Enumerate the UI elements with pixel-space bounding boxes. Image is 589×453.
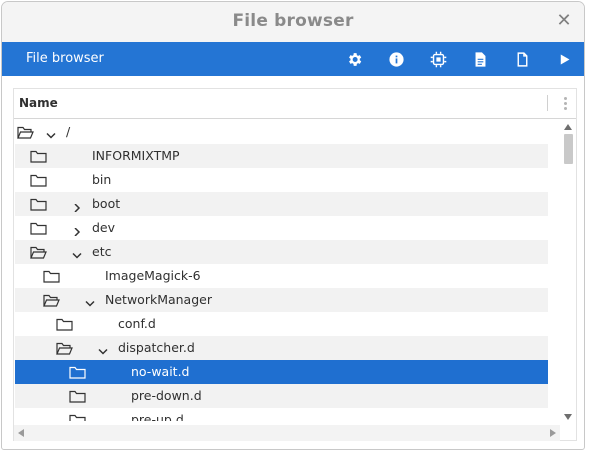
scroll-right-icon[interactable]: [550, 429, 556, 437]
file-tree-panel: Name / INFORMIXTMP bin boot dev etc ImageMagic…: [13, 88, 577, 441]
folder-open-icon: [43, 294, 60, 307]
folder-icon: [30, 174, 47, 187]
chevron-down-icon[interactable]: [98, 344, 108, 355]
folder-icon: [30, 198, 47, 211]
chevron-down-icon[interactable]: [72, 248, 82, 259]
window-title: File browser: [232, 11, 354, 31]
chip-icon: [430, 51, 446, 67]
vertical-scroll-thumb[interactable]: [564, 134, 573, 164]
vertical-scrollbar[interactable]: [560, 120, 574, 423]
tree-row-label: dispatcher.d: [118, 340, 195, 355]
kebab-dot-icon: [563, 107, 567, 110]
horizontal-scrollbar[interactable]: [14, 425, 560, 441]
new-file-icon: [517, 51, 527, 67]
folder-open-icon: [17, 126, 34, 139]
run-button[interactable]: [554, 49, 574, 69]
tree-row-label: pre-down.d: [131, 388, 202, 403]
gear-icon: [348, 52, 361, 66]
file-browser-window: File browser ✕ File browser Name / INFOR…: [1, 1, 585, 450]
toolbar-title: File browser: [26, 51, 104, 66]
chevron-down-icon[interactable]: [85, 296, 95, 307]
scroll-left-icon[interactable]: [18, 429, 24, 437]
kebab-dot-icon: [563, 97, 567, 100]
tree-row-label: boot: [92, 196, 121, 211]
folder-icon: [69, 390, 86, 403]
title-bar: File browser ✕: [2, 2, 584, 42]
tree-row[interactable]: dispatcher.d: [15, 336, 548, 360]
play-icon: [560, 54, 569, 64]
document-icon: [475, 51, 485, 67]
folder-open-icon: [30, 246, 47, 259]
folder-icon: [56, 318, 73, 331]
tree-row[interactable]: INFORMIXTMP: [15, 144, 548, 168]
tree-row-label: etc: [92, 244, 112, 259]
tree-row-label: dev: [92, 220, 116, 235]
folder-icon: [30, 222, 47, 235]
column-separator[interactable]: [547, 95, 548, 111]
tree-row[interactable]: /: [15, 120, 548, 144]
chevron-down-icon[interactable]: [46, 128, 56, 139]
folder-icon: [69, 414, 86, 421]
tree-row[interactable]: dev: [15, 216, 548, 240]
tree-row-label: no-wait.d: [131, 364, 190, 379]
close-button[interactable]: ✕: [554, 11, 574, 31]
tree-row-label: pre-up.d: [131, 412, 184, 421]
tree-row[interactable]: NetworkManager: [15, 288, 548, 312]
tree-row[interactable]: boot: [15, 192, 548, 216]
scroll-up-icon[interactable]: [564, 124, 572, 130]
column-menu-button[interactable]: [560, 95, 570, 113]
file-tree: / INFORMIXTMP bin boot dev etc ImageMagick-6 Ne…: [15, 120, 548, 421]
toolbar: File browser: [2, 42, 584, 76]
tree-row[interactable]: pre-down.d: [15, 384, 548, 408]
tree-row-label: NetworkManager: [105, 292, 212, 307]
info-button[interactable]: [386, 49, 406, 69]
tree-row[interactable]: pre-up.d: [15, 408, 548, 421]
new-file-button[interactable]: [512, 49, 532, 69]
tree-row-label: /: [66, 124, 71, 139]
column-header: Name: [14, 89, 576, 119]
chevron-right-icon[interactable]: [72, 224, 82, 237]
tree-row[interactable]: no-wait.d: [15, 360, 548, 384]
folder-icon: [43, 270, 60, 283]
tree-row[interactable]: bin: [15, 168, 548, 192]
tree-row[interactable]: conf.d: [15, 312, 548, 336]
tree-row[interactable]: etc: [15, 240, 548, 264]
tree-row-label: INFORMIXTMP: [92, 148, 180, 163]
tree-row-label: conf.d: [118, 316, 156, 331]
tree-row-label: bin: [92, 172, 112, 187]
folder-icon: [30, 150, 47, 163]
kebab-dot-icon: [563, 102, 567, 105]
folder-icon: [69, 366, 86, 379]
document-button[interactable]: [470, 49, 490, 69]
folder-open-icon: [56, 342, 73, 355]
chevron-right-icon[interactable]: [72, 200, 82, 213]
settings-button[interactable]: [344, 49, 364, 69]
close-icon: ✕: [556, 10, 572, 31]
chip-button[interactable]: [428, 49, 448, 69]
tree-row[interactable]: ImageMagick-6: [15, 264, 548, 288]
info-icon: [388, 51, 404, 67]
tree-row-label: ImageMagick-6: [105, 268, 201, 283]
scroll-down-icon[interactable]: [564, 414, 572, 420]
name-column-header[interactable]: Name: [19, 96, 58, 110]
